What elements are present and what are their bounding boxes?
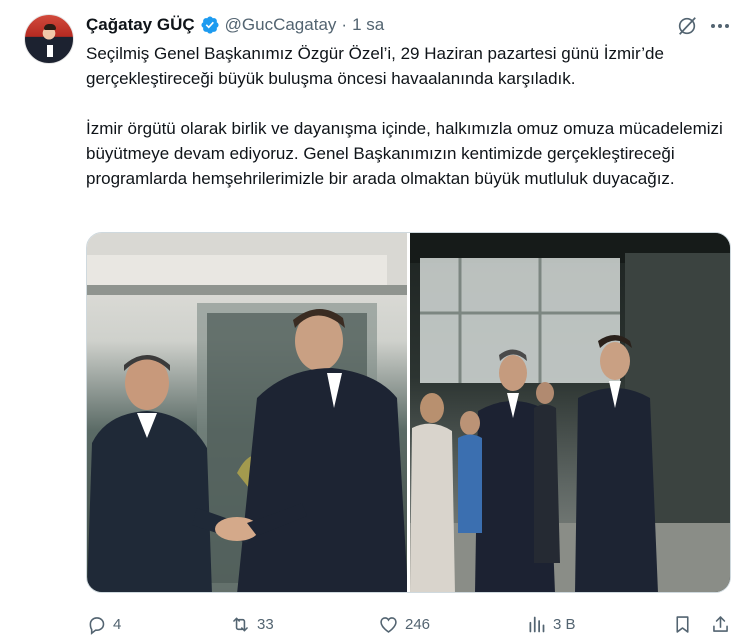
- author-handle[interactable]: @GucCagatay: [225, 15, 337, 35]
- separator-dot: ·: [341, 15, 348, 34]
- share-icon: [713, 615, 728, 632]
- action-bar: 4 33 246 3 B: [86, 611, 736, 637]
- avatar-shirt: [47, 45, 53, 57]
- reply-count: 4: [113, 615, 122, 633]
- avatar-hair: [44, 24, 56, 30]
- tweet-header: Çağatay GÜÇ @GucCagatay · 1 sa: [86, 14, 384, 36]
- retweet-button[interactable]: 33: [230, 614, 274, 635]
- tweet-paragraph-2: İzmir örgütü olarak birlik ve dayanışma …: [86, 119, 723, 188]
- grok-icon[interactable]: [676, 15, 698, 37]
- post-time[interactable]: 1 sa: [352, 15, 384, 35]
- photo-handshake-illustration: [87, 233, 407, 592]
- like-button[interactable]: 246: [378, 614, 430, 635]
- verified-badge-icon[interactable]: [200, 15, 220, 35]
- tweet-paragraph-1: Seçilmiş Genel Başkanımız Özgür Özel’i, …: [86, 44, 664, 88]
- tweet[interactable]: Çağatay GÜÇ @GucCagatay · 1 sa Seçilmiş …: [0, 0, 747, 643]
- bookmark-icon: [676, 615, 689, 633]
- photo-walking-illustration: [410, 233, 730, 592]
- views-count: 3 B: [553, 615, 576, 633]
- avatar[interactable]: [24, 14, 74, 64]
- share-button[interactable]: [710, 614, 731, 635]
- like-icon: [380, 616, 397, 633]
- author-name[interactable]: Çağatay GÜÇ: [86, 15, 195, 35]
- more-icon[interactable]: [708, 14, 732, 38]
- views-icon: [529, 616, 545, 632]
- like-count: 246: [405, 615, 431, 633]
- retweet-icon: [233, 617, 248, 631]
- reply-icon: [89, 616, 105, 635]
- bookmark-button[interactable]: [672, 614, 693, 635]
- tweet-text: Seçilmiş Genel Başkanımız Özgür Özel’i, …: [86, 41, 734, 191]
- photo-walking[interactable]: [410, 233, 730, 592]
- views-button[interactable]: 3 B: [526, 614, 576, 635]
- reply-button[interactable]: 4: [86, 614, 121, 635]
- retweet-count: 33: [257, 615, 274, 633]
- media-grid: [86, 232, 731, 593]
- photo-handshake[interactable]: [87, 233, 407, 592]
